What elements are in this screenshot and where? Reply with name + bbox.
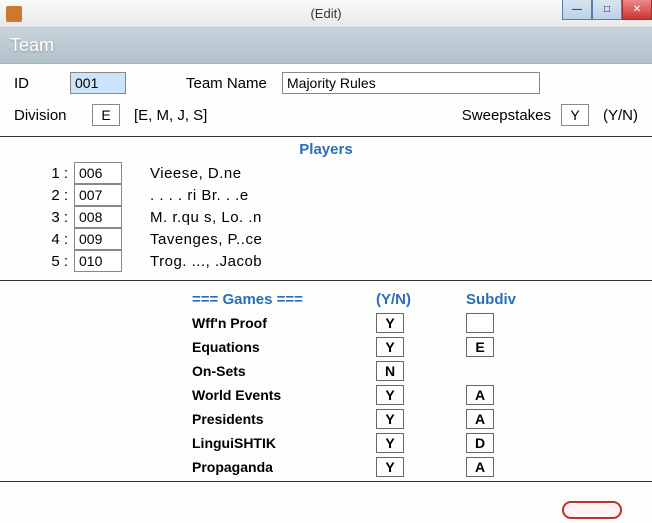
game-yn-input[interactable]: N	[376, 361, 404, 381]
sweepstakes-input[interactable]	[561, 104, 589, 126]
game-label: LinguiSHTIK	[192, 431, 376, 455]
game-subdiv-input[interactable]: A	[466, 385, 494, 405]
close-button[interactable]: ✕	[622, 0, 652, 20]
game-yn-input[interactable]: Y	[376, 385, 404, 405]
player-name: . . . . ri Br. . .e	[150, 187, 249, 204]
game-subdiv-input[interactable]: D	[466, 433, 494, 453]
game-subdiv-input[interactable]	[466, 313, 494, 333]
footer-button[interactable]	[562, 501, 622, 519]
player-name: Trog. ..., .Jacob	[150, 253, 262, 270]
id-input[interactable]	[70, 72, 126, 94]
player-row: 5 : Trog. ..., .Jacob	[14, 250, 638, 272]
game-yn-input[interactable]: Y	[376, 409, 404, 429]
game-label: Equations	[192, 335, 376, 359]
player-index: 3 :	[14, 209, 74, 226]
teamname-input[interactable]	[282, 72, 540, 94]
teamname-label: Team Name	[186, 75, 282, 92]
game-label: Propaganda	[192, 455, 376, 479]
game-yn-input[interactable]: Y	[376, 457, 404, 477]
player-id-input[interactable]	[74, 250, 122, 272]
id-label: ID	[14, 75, 70, 92]
player-id-input[interactable]	[74, 206, 122, 228]
player-row: 3 : M. r.qu s, Lo. .n	[14, 206, 638, 228]
game-label: On-Sets	[192, 359, 376, 383]
subdiv-heading: Subdiv	[466, 287, 546, 311]
player-index: 4 :	[14, 231, 74, 248]
minimize-button[interactable]: —	[562, 0, 592, 20]
game-label: World Events	[192, 383, 376, 407]
game-subdiv-input[interactable]: A	[466, 409, 494, 429]
game-yn-input[interactable]: Y	[376, 433, 404, 453]
player-row: 4 : Tavenges, P..ce	[14, 228, 638, 250]
game-yn-input[interactable]: Y	[376, 337, 404, 357]
game-subdiv-input[interactable]: A	[466, 457, 494, 477]
player-id-input[interactable]	[74, 228, 122, 250]
player-index: 2 :	[14, 187, 74, 204]
division-input[interactable]	[92, 104, 120, 126]
sweepstakes-hint: (Y/N)	[603, 107, 638, 124]
player-row: 1 : Vieese, D.ne	[14, 162, 638, 184]
player-id-input[interactable]	[74, 184, 122, 206]
maximize-button[interactable]: □	[592, 0, 622, 20]
sweepstakes-label: Sweepstakes	[462, 107, 551, 124]
banner-title: Team	[0, 28, 652, 64]
player-name: M. r.qu s, Lo. .n	[150, 209, 262, 226]
division-label: Division	[14, 107, 92, 124]
player-index: 1 :	[14, 165, 74, 182]
window-title: (Edit)	[0, 6, 652, 21]
player-index: 5 :	[14, 253, 74, 270]
game-subdiv-input[interactable]: E	[466, 337, 494, 357]
players-heading: Players	[0, 137, 652, 162]
player-row: 2 : . . . . ri Br. . .e	[14, 184, 638, 206]
player-name: Tavenges, P..ce	[150, 231, 262, 248]
player-name: Vieese, D.ne	[150, 165, 242, 182]
game-label: Presidents	[192, 407, 376, 431]
division-hint: [E, M, J, S]	[134, 107, 207, 124]
yn-heading: (Y/N)	[376, 287, 466, 311]
window-controls: — □ ✕	[562, 0, 652, 20]
games-heading: === Games ===	[192, 287, 376, 311]
titlebar: (Edit) — □ ✕	[0, 0, 652, 28]
player-id-input[interactable]	[74, 162, 122, 184]
game-yn-input[interactable]: Y	[376, 313, 404, 333]
game-label: Wff'n Proof	[192, 311, 376, 335]
